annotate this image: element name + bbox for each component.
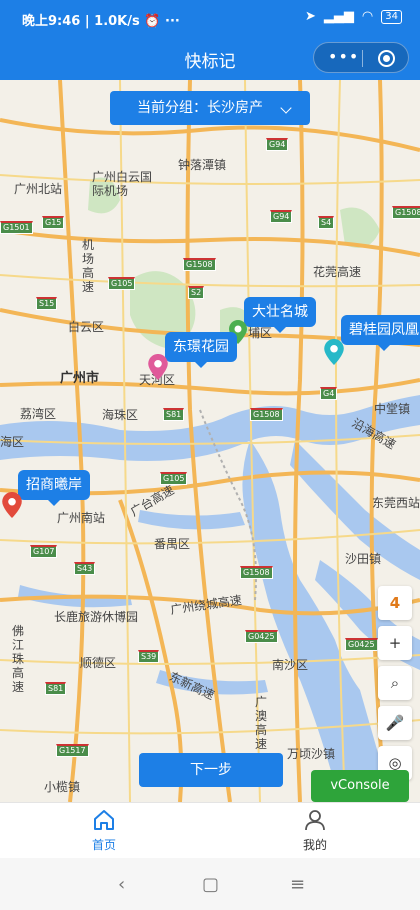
map-view[interactable]: 钟落潭镇 广州北站 广州白云国际机场 白云区 广州市 天河区 埔区 荔湾区 海珠… xyxy=(0,80,420,802)
highway-shield: S81 xyxy=(163,408,185,421)
highway-shield: G105 xyxy=(108,277,136,290)
title-bar: 快标记 ••• xyxy=(0,36,420,80)
more-icon[interactable]: ••• xyxy=(328,49,359,65)
map-label: 顺德区 xyxy=(80,656,117,670)
chevron-down-icon xyxy=(280,102,292,114)
map-label: 小榄镇 xyxy=(44,780,81,794)
highway-shield: G94 xyxy=(266,138,289,151)
marker-callout[interactable]: 大壮名城 xyxy=(244,297,316,333)
highway-shield: G1508 xyxy=(250,408,283,421)
map-label: 中堂镇 xyxy=(374,402,411,416)
close-capsule-icon[interactable] xyxy=(378,50,395,67)
highway-shield: G1517 xyxy=(56,744,89,757)
highway-shield: S2 xyxy=(188,286,205,299)
map-label: 海珠区 xyxy=(102,408,139,422)
map-label: 花莞高速 xyxy=(313,265,362,279)
map-label: 广州市 xyxy=(60,371,100,386)
tab-home[interactable]: 首页 xyxy=(64,809,144,853)
tab-bar: 首页 我的 xyxy=(0,802,420,859)
system-nav-bar: ‹ ▢ ≡ xyxy=(0,858,420,910)
marker-count-button[interactable]: 4 xyxy=(378,586,412,620)
microphone-icon[interactable]: 🎤 xyxy=(378,706,412,740)
menu-icon[interactable]: ≡ xyxy=(290,874,305,895)
battery-icon: 34 xyxy=(381,9,402,24)
highway-shield: G0425 xyxy=(345,638,378,651)
next-button[interactable]: 下一步 xyxy=(139,753,283,787)
status-right: ➤ ▂▄▆ ◠ 34 xyxy=(305,9,402,24)
highway-shield: S15 xyxy=(36,297,58,310)
vconsole-button[interactable]: vConsole xyxy=(311,770,409,802)
group-selector[interactable]: 当前分组：长沙房产 xyxy=(110,91,310,125)
highway-shield: G1508 xyxy=(240,566,273,579)
marker-callout[interactable]: 东璟花园 xyxy=(165,332,237,368)
home-square-icon[interactable]: ▢ xyxy=(202,874,219,895)
map-label: 海区 xyxy=(0,435,25,449)
location-icon: ➤ xyxy=(305,9,316,24)
map-label: 白云区 xyxy=(68,320,105,334)
marker-callout[interactable]: 招商曦岸 xyxy=(18,470,90,506)
highway-shield: S43 xyxy=(74,562,96,575)
status-left: 晚上9:46 | 1.0K/s ⏰ ··· xyxy=(22,14,180,29)
highway-shield: G107 xyxy=(30,545,58,558)
highway-shield: G0425 xyxy=(245,630,278,643)
map-label: 东莞西站 xyxy=(372,496,420,510)
mini-program-capsule: ••• xyxy=(313,42,409,73)
highway-shield: G4 xyxy=(320,387,338,400)
capsule-divider xyxy=(362,50,363,67)
map-label: 广州白云国际机场 xyxy=(92,170,153,198)
status-time: 晚上9:46 xyxy=(22,14,81,29)
map-label: 沙田镇 xyxy=(345,552,382,566)
tab-mine[interactable]: 我的 xyxy=(275,809,355,853)
map-label: 荔湾区 xyxy=(20,407,57,421)
status-speed: 1.0K/s xyxy=(94,14,140,29)
map-label: 广澳高速 xyxy=(255,695,268,751)
map-pin-icon[interactable] xyxy=(148,354,168,380)
highway-shield: G105 xyxy=(160,472,188,485)
map-pin-icon[interactable] xyxy=(324,339,344,365)
status-bar: 晚上9:46 | 1.0K/s ⏰ ··· ➤ ▂▄▆ ◠ 34 xyxy=(0,0,420,36)
alarm-icon: ⏰ xyxy=(144,14,161,29)
back-icon[interactable]: ‹ xyxy=(118,874,125,895)
highway-shield: S4 xyxy=(318,216,335,229)
tab-home-label: 首页 xyxy=(91,838,116,852)
map-label: 佛江珠高速 xyxy=(12,624,25,694)
signal-icon: ▂▄▆ xyxy=(323,9,354,24)
search-icon[interactable]: ⌕ xyxy=(378,666,412,700)
map-label: 长鹿旅游休博园 xyxy=(54,610,139,624)
highway-shield: G15 xyxy=(42,216,65,229)
tab-mine-label: 我的 xyxy=(302,838,327,852)
marker-callout[interactable]: 碧桂园凤凰 xyxy=(341,315,420,351)
map-label: 番禺区 xyxy=(154,537,191,551)
map-label: 钟落潭镇 xyxy=(178,158,227,172)
map-label: 机场高速 xyxy=(82,238,95,294)
wifi-icon: ◠ xyxy=(361,9,374,24)
highway-shield: G94 xyxy=(270,210,293,223)
zoom-in-icon[interactable]: + xyxy=(378,626,412,660)
highway-shield: G1501 xyxy=(0,221,33,234)
highway-shield: G1508 xyxy=(183,258,216,271)
group-selector-label: 当前分组：长沙房产 xyxy=(137,100,263,116)
map-label: 广州北站 xyxy=(14,182,63,196)
map-label: 南沙区 xyxy=(272,658,309,672)
status-more: ··· xyxy=(165,14,180,29)
map-label: 万顷沙镇 xyxy=(287,747,336,761)
map-label: 广州南站 xyxy=(57,511,106,525)
highway-shield: S81 xyxy=(45,682,67,695)
home-icon xyxy=(94,810,114,830)
user-icon xyxy=(305,810,325,831)
map-pin-icon[interactable] xyxy=(2,492,22,518)
highway-shield: G1508 xyxy=(392,206,420,219)
highway-shield: S39 xyxy=(138,650,160,663)
